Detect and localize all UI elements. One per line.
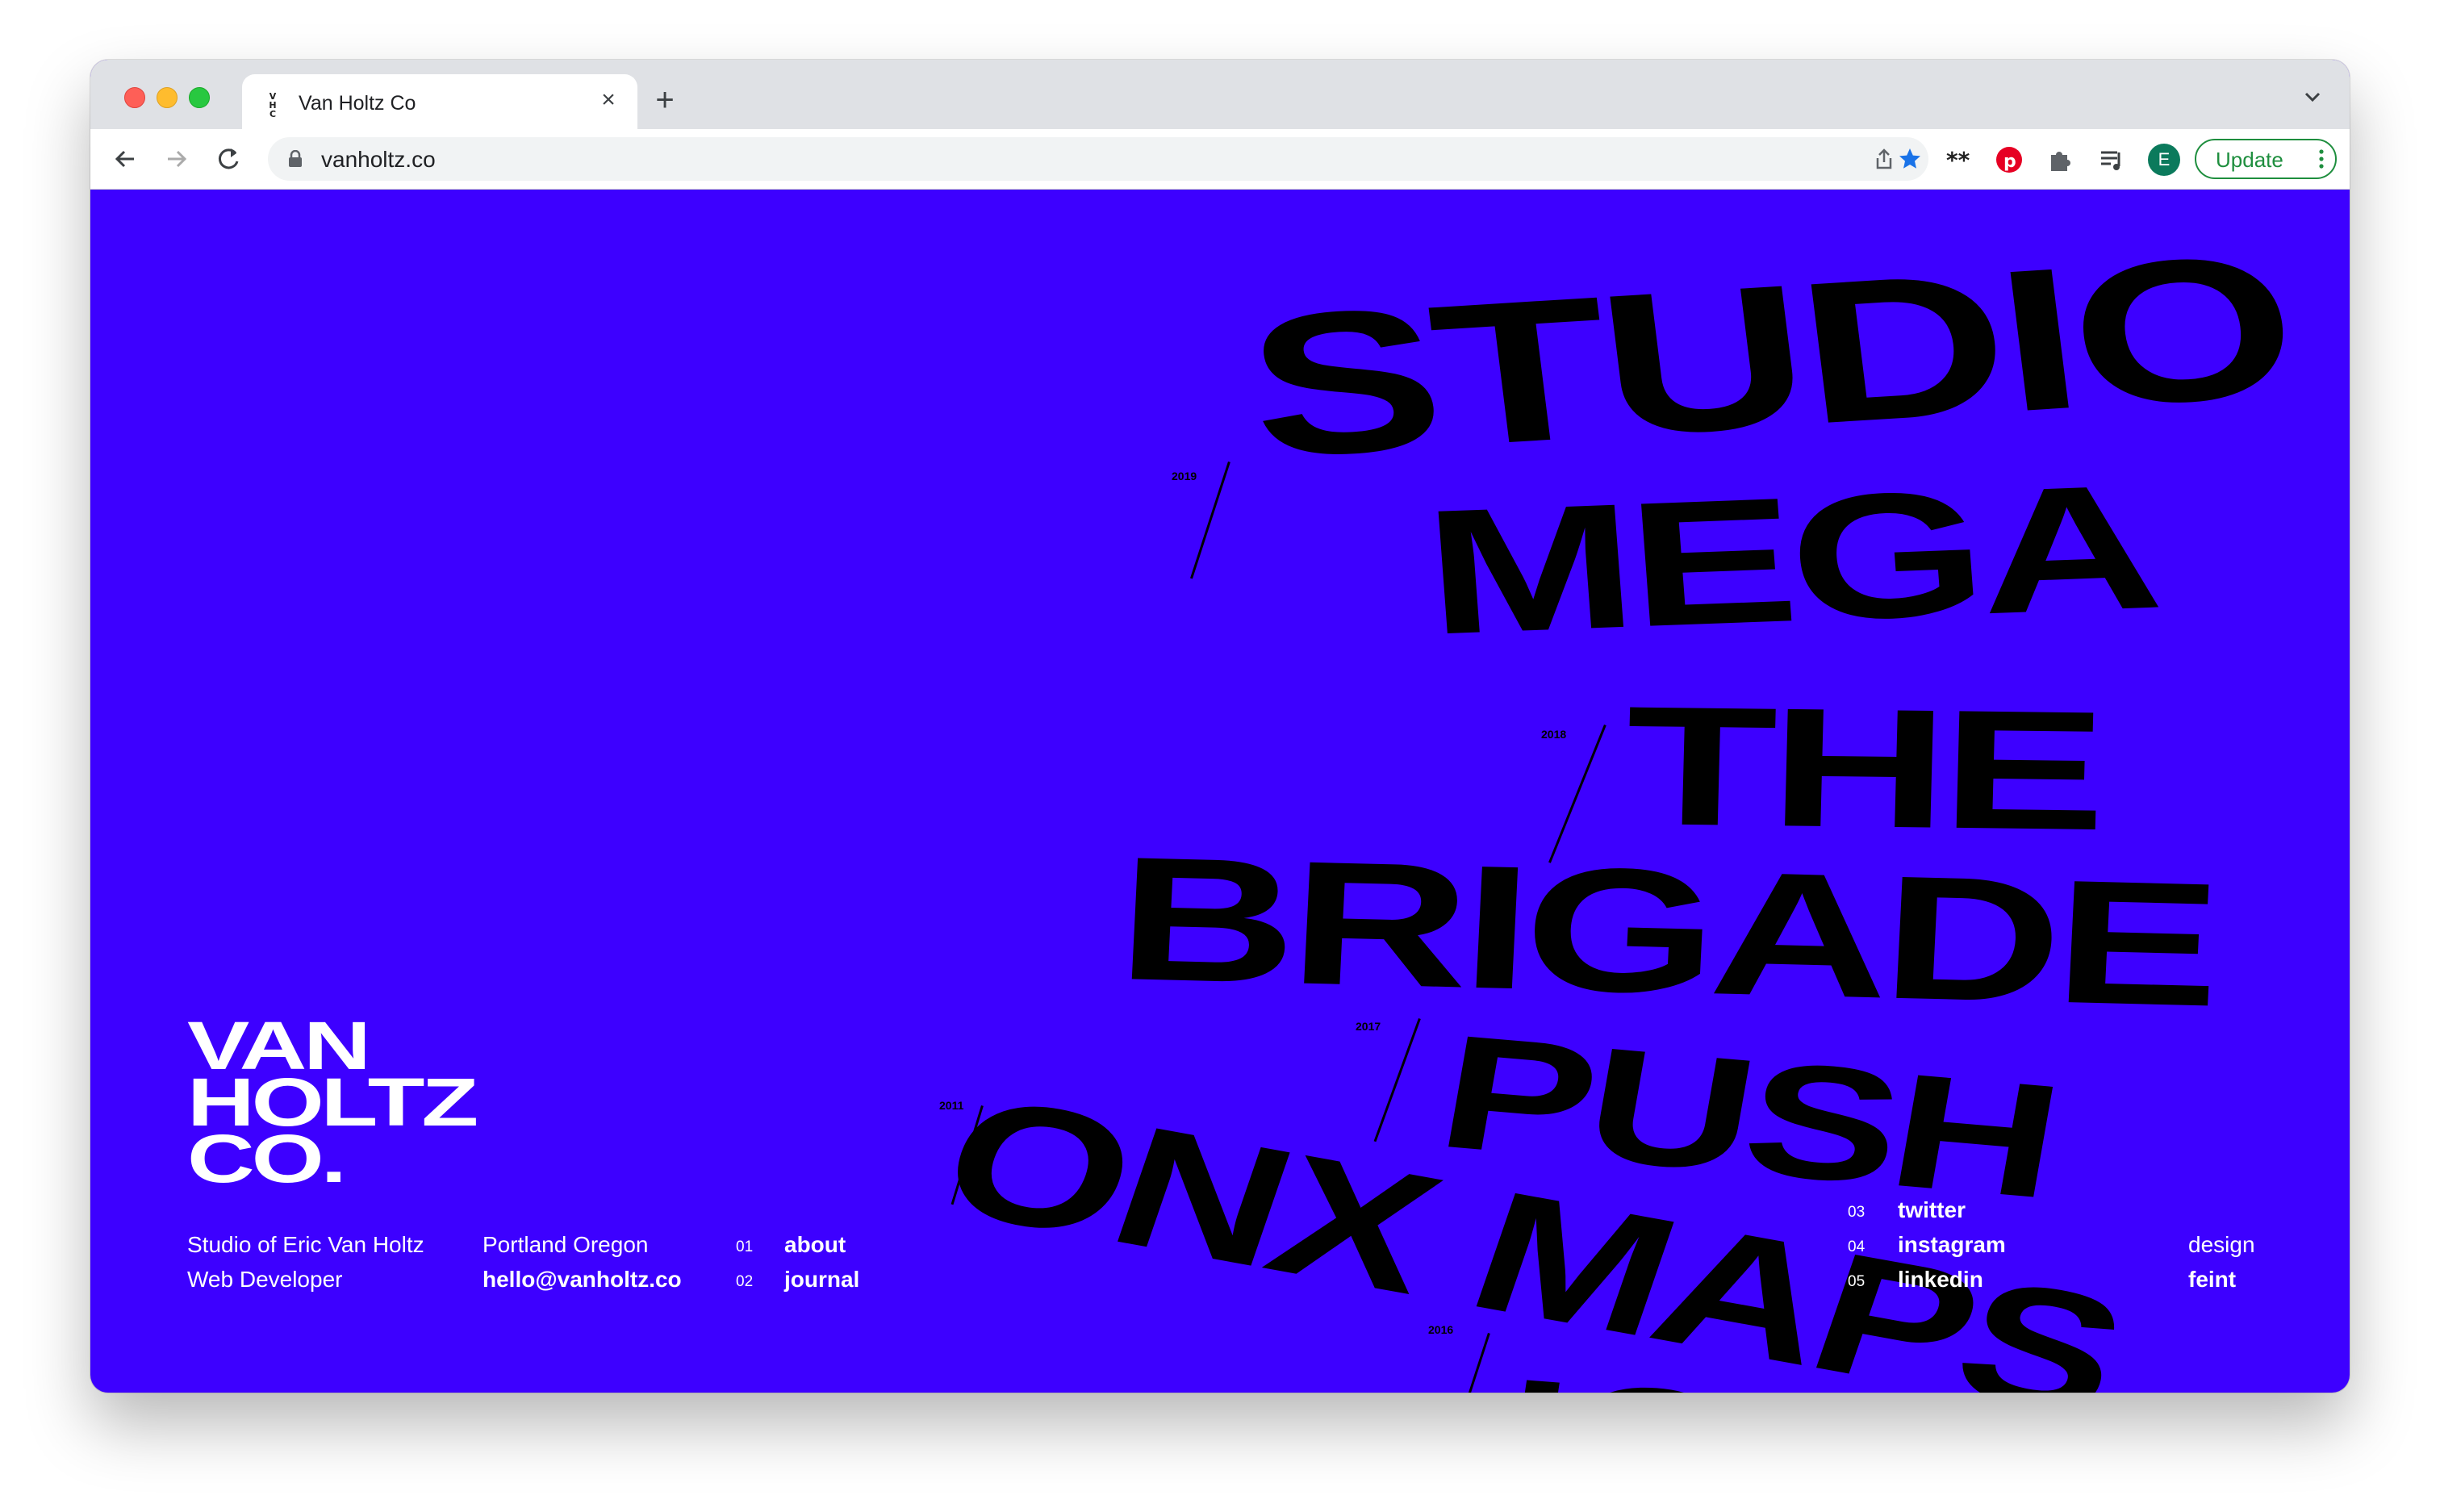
maximize-window-button[interactable] <box>189 87 210 108</box>
project-year: 2011 <box>939 1099 964 1112</box>
studio-text: Studio of Eric Van Holtz <box>187 1232 424 1257</box>
nav-link-journal[interactable]: journal <box>784 1267 859 1293</box>
media-playlist-icon[interactable] <box>2098 145 2127 174</box>
update-button[interactable]: Update <box>2195 139 2337 179</box>
new-tab-button[interactable]: + <box>647 82 683 118</box>
project-brigade[interactable]: BRIGADE <box>1113 818 2219 1046</box>
project-year: 2016 <box>1428 1323 1454 1336</box>
svg-text:**: ** <box>1946 147 1970 173</box>
project-year: 2019 <box>1172 470 1197 482</box>
bookmark-star-icon[interactable] <box>1898 147 1922 171</box>
nav-number: 01 <box>736 1238 754 1255</box>
address-bar[interactable]: vanholtz.co <box>268 137 1928 181</box>
browser-toolbar: vanholtz.co ** p E Update <box>90 129 2350 190</box>
project-mega[interactable]: MEGA <box>1418 445 2162 675</box>
reload-button[interactable] <box>211 142 245 176</box>
role-text: Web Developer <box>187 1267 343 1292</box>
share-icon[interactable] <box>1872 147 1896 171</box>
social-number: 05 <box>1848 1273 1866 1290</box>
favicon-icon: V H C <box>269 91 277 119</box>
van-holtz-logo[interactable]: VAN HOLTZ CO. <box>187 1012 478 1192</box>
credit-label: design <box>2188 1232 2255 1257</box>
social-link-linkedin[interactable]: linkedin <box>1898 1267 1983 1293</box>
back-button[interactable] <box>108 142 142 176</box>
tab-strip: V H C Van Holtz Co × + <box>90 60 2350 129</box>
social-link-instagram[interactable]: instagram <box>1898 1232 2006 1258</box>
credit-link-feint[interactable]: feint <box>2188 1267 2236 1293</box>
social-link-twitter[interactable]: twitter <box>1898 1197 1966 1223</box>
page-content: STUDIO 2019 MEGA THE 2018 BRIGADE PUSH 2… <box>90 189 2350 1393</box>
lock-icon[interactable] <box>287 149 303 168</box>
close-window-button[interactable] <box>124 87 145 108</box>
project-year: 2017 <box>1356 1020 1381 1033</box>
browser-tab[interactable]: V H C Van Holtz Co × <box>242 74 637 129</box>
year-divider <box>1373 1018 1421 1142</box>
update-label: Update <box>2216 148 2283 172</box>
forward-button[interactable] <box>160 142 194 176</box>
profile-avatar[interactable]: E <box>2148 144 2180 176</box>
logo-line: CO. <box>187 1121 347 1197</box>
tab-title: Van Holtz Co <box>299 92 416 115</box>
more-menu-icon[interactable] <box>2319 148 2324 170</box>
svg-text:p: p <box>2003 152 2016 172</box>
url-text: vanholtz.co <box>321 147 436 172</box>
tab-search-chevron-icon[interactable] <box>2298 82 2327 111</box>
project-year: 2018 <box>1541 728 1567 741</box>
location-text: Portland Oregon <box>483 1232 649 1257</box>
social-number: 04 <box>1848 1238 1866 1255</box>
social-number: 03 <box>1848 1204 1866 1221</box>
nav-number: 02 <box>736 1273 754 1290</box>
nav-link-about[interactable]: about <box>784 1232 846 1258</box>
extensions-puzzle-icon[interactable] <box>2046 145 2075 174</box>
close-tab-icon[interactable]: × <box>594 86 623 115</box>
extension-asterisk-icon[interactable]: ** <box>1943 145 1972 174</box>
email-link[interactable]: hello@vanholtz.co <box>483 1267 682 1293</box>
minimize-window-button[interactable] <box>157 87 178 108</box>
browser-window: V H C Van Holtz Co × + vanholtz.co ** p … <box>90 60 2350 1393</box>
pinterest-icon[interactable]: p <box>1995 145 2024 174</box>
